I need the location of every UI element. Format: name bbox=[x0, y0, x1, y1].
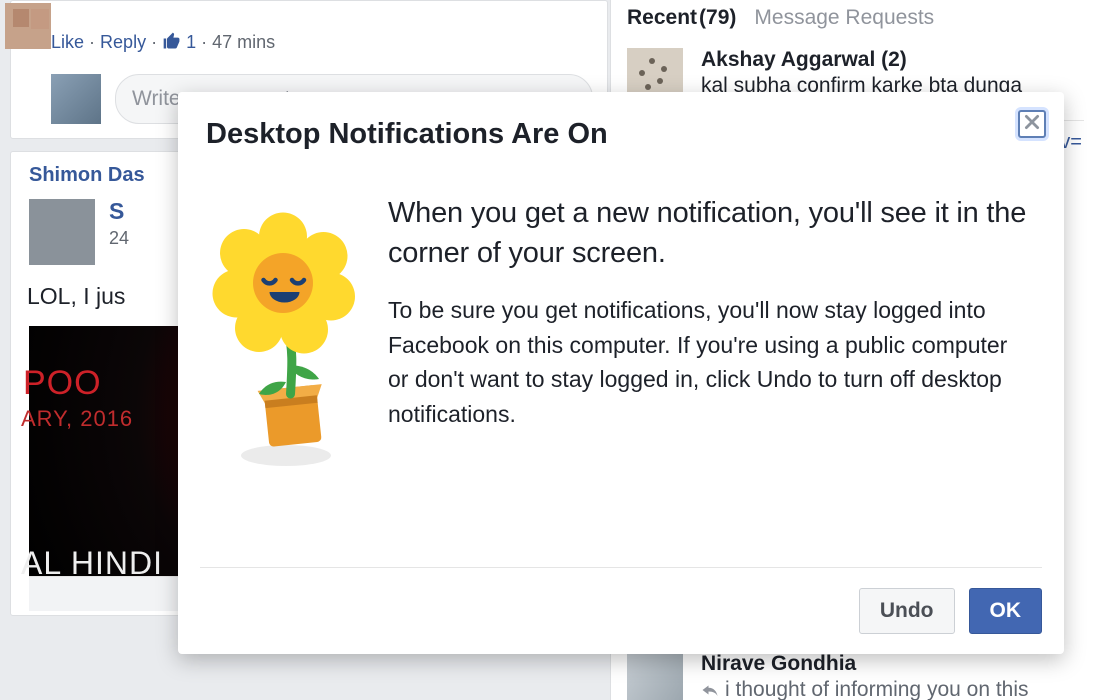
thumb-up-icon bbox=[162, 31, 182, 54]
modal-title: Desktop Notifications Are On bbox=[206, 118, 994, 151]
conversation-name: Nirave Gondhia bbox=[701, 652, 1029, 676]
media-text: POO bbox=[23, 364, 102, 403]
media-text: ARY, 2016 bbox=[21, 406, 133, 432]
conversation-avatar bbox=[627, 652, 683, 700]
like-count: 1 bbox=[186, 32, 196, 52]
post-author-avatar[interactable] bbox=[29, 199, 95, 265]
modal-lead-text: When you get a new notification, you'll … bbox=[388, 193, 1028, 273]
undo-button[interactable]: Undo bbox=[859, 588, 955, 634]
tab-recent-count: (79) bbox=[699, 6, 736, 29]
close-button[interactable] bbox=[1018, 110, 1046, 138]
shared-by-link[interactable]: Shimon Das bbox=[29, 164, 145, 186]
close-icon bbox=[1023, 113, 1041, 136]
post-author-name[interactable]: S bbox=[109, 199, 129, 224]
post-timestamp: 24 bbox=[109, 228, 129, 249]
conversation-name: Akshay Aggarwal (2) bbox=[701, 48, 1022, 72]
modal-body: When you get a new notification, you'll … bbox=[178, 173, 1064, 567]
ok-button[interactable]: OK bbox=[969, 588, 1043, 634]
conversation-preview-text: i thought of informing you on this bbox=[725, 678, 1029, 700]
modal-paragraph: To be sure you get notifications, you'll… bbox=[388, 293, 1028, 431]
flower-illustration bbox=[206, 193, 366, 567]
reply-arrow-icon bbox=[701, 678, 719, 692]
tab-recent-label: Recent bbox=[627, 6, 697, 29]
tab-message-requests[interactable]: Message Requests bbox=[754, 6, 934, 30]
self-avatar bbox=[51, 74, 101, 124]
notifications-modal: Desktop Notifications Are On bbox=[178, 92, 1064, 654]
comment-actions: Like · Reply · 1 · 47 mins bbox=[11, 23, 607, 64]
modal-footer: Undo OK bbox=[200, 567, 1042, 654]
comment-time: 47 mins bbox=[212, 32, 275, 52]
media-text: AL HINDI bbox=[21, 545, 163, 582]
modal-header: Desktop Notifications Are On bbox=[178, 92, 1064, 173]
chat-tabs: Recent(79) Message Requests bbox=[625, 0, 1084, 38]
tab-recent[interactable]: Recent(79) bbox=[627, 6, 736, 30]
like-link[interactable]: Like bbox=[51, 32, 84, 52]
conversation-preview: i thought of informing you on this bbox=[701, 678, 1029, 700]
reply-link[interactable]: Reply bbox=[100, 32, 146, 52]
